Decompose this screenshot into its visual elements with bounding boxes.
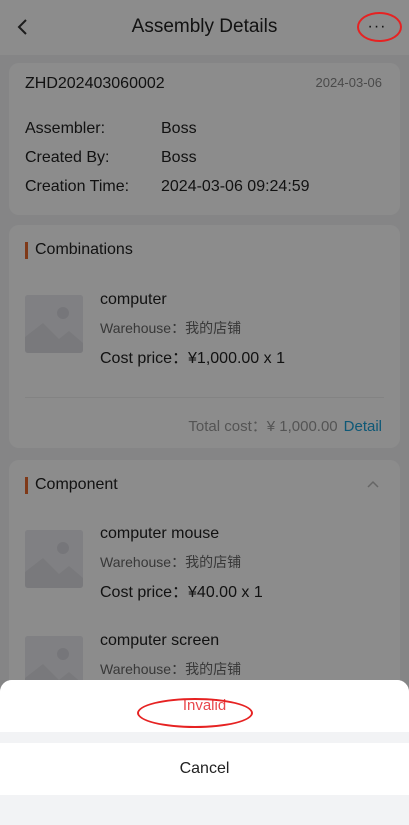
invalid-option-button[interactable]: Invalid [0, 680, 409, 732]
sheet-bottom-spacer [0, 795, 409, 825]
app-root: Assembly Details ··· ZHD202403060002 202… [0, 0, 409, 825]
cancel-button[interactable]: Cancel [0, 743, 409, 795]
